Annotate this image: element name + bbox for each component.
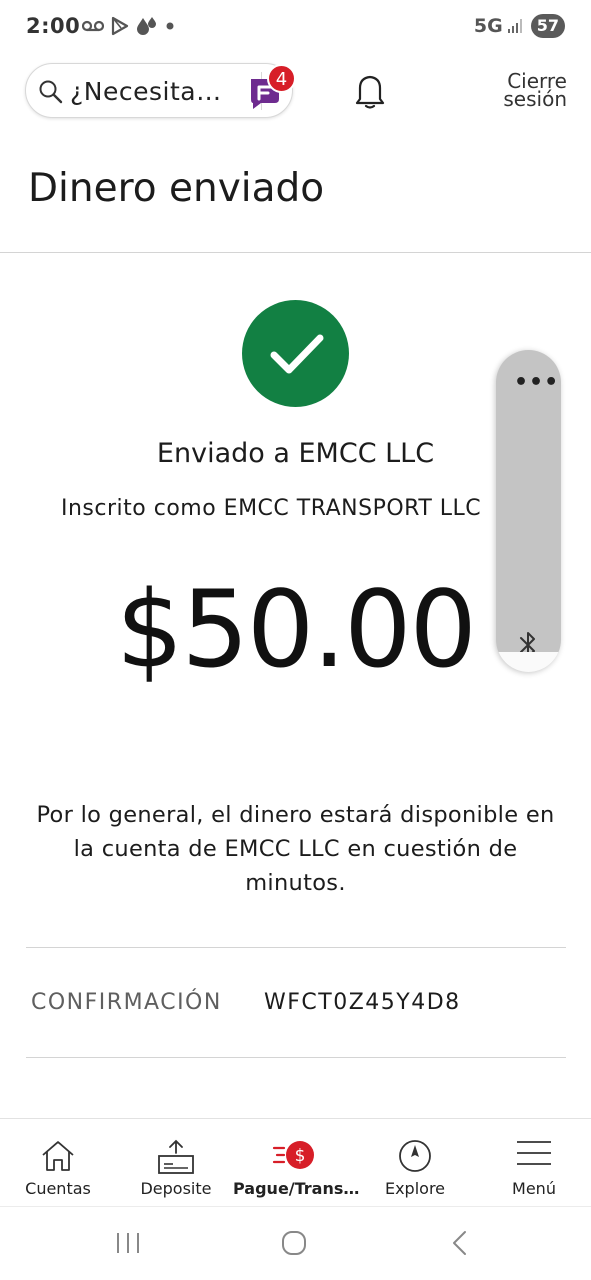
search-input[interactable]: ¿Necesita… [70, 77, 222, 106]
signal-icon [507, 19, 522, 33]
money-sent-screen: 2:00 5G 57 ¿Necesita… 4 Cierre sesión Di… [0, 0, 591, 1280]
nav-item-cuentas[interactable]: Cuentas [8, 1119, 108, 1207]
bottom-nav: Cuentas Deposite $ Pague/Trans… Explore … [0, 1118, 591, 1206]
status-bar: 2:00 5G 57 [0, 0, 591, 56]
deposit-icon [158, 1139, 194, 1174]
recent-apps-icon[interactable] [114, 1229, 142, 1257]
confirmation-divider-bottom [26, 1057, 566, 1058]
chat-badge: 4 [267, 64, 296, 93]
more-options-icon[interactable]: ••• [514, 372, 559, 394]
battery-indicator: 57 [530, 14, 565, 38]
pay-transfer-icon: $ [272, 1141, 314, 1169]
voicemail-icon [82, 20, 104, 32]
search-icon [39, 80, 63, 104]
network-type: 5G [473, 15, 503, 37]
back-icon[interactable] [446, 1229, 474, 1257]
play-store-icon [111, 16, 129, 36]
nav-label-menu: Menú [512, 1179, 556, 1198]
success-checkmark [242, 300, 349, 407]
home-button-icon[interactable] [280, 1229, 308, 1257]
nav-item-pague-transfiera[interactable]: $ Pague/Trans… [233, 1119, 360, 1207]
signout-button[interactable]: Cierre sesión [487, 71, 567, 111]
checkmark-icon [270, 334, 324, 374]
notification-dot-icon [166, 22, 174, 30]
nav-item-menu[interactable]: Menú [484, 1119, 584, 1207]
page-title: Dinero enviado [28, 166, 325, 211]
nav-label-pague-transfiera: Pague/Trans… [233, 1179, 360, 1198]
side-panel-footer [496, 652, 561, 672]
signout-line2: sesión [503, 87, 567, 111]
nav-item-explore[interactable]: Explore [365, 1119, 465, 1207]
hamburger-icon [517, 1141, 551, 1165]
confirmation-divider-top [26, 947, 566, 948]
floating-side-panel[interactable]: ••• [496, 350, 561, 672]
enrolled-as-text: Inscrito como EMCC TRANSPORT LLC [61, 496, 482, 521]
nav-label-explore: Explore [384, 1179, 446, 1198]
svg-text:$: $ [295, 1146, 306, 1166]
bell-icon[interactable] [352, 72, 388, 110]
title-divider [0, 252, 591, 253]
confirmation-label: CONFIRMACIÓN [31, 990, 222, 1015]
nav-item-deposite[interactable]: Deposite [126, 1119, 226, 1207]
nav-label-deposite: Deposite [140, 1179, 212, 1198]
status-time: 2:00 [26, 14, 81, 38]
confirmation-number: WFCT0Z45Y4D8 [264, 990, 461, 1015]
status-right: 5G 57 [474, 14, 565, 38]
water-drops-icon [137, 17, 156, 35]
home-icon [42, 1141, 74, 1171]
nav-label-cuentas: Cuentas [25, 1179, 91, 1198]
system-nav-bar [0, 1206, 591, 1280]
compass-icon [399, 1140, 431, 1172]
availability-text: Por lo general, el dinero estará disponi… [36, 802, 555, 896]
notification-icons [82, 16, 175, 36]
